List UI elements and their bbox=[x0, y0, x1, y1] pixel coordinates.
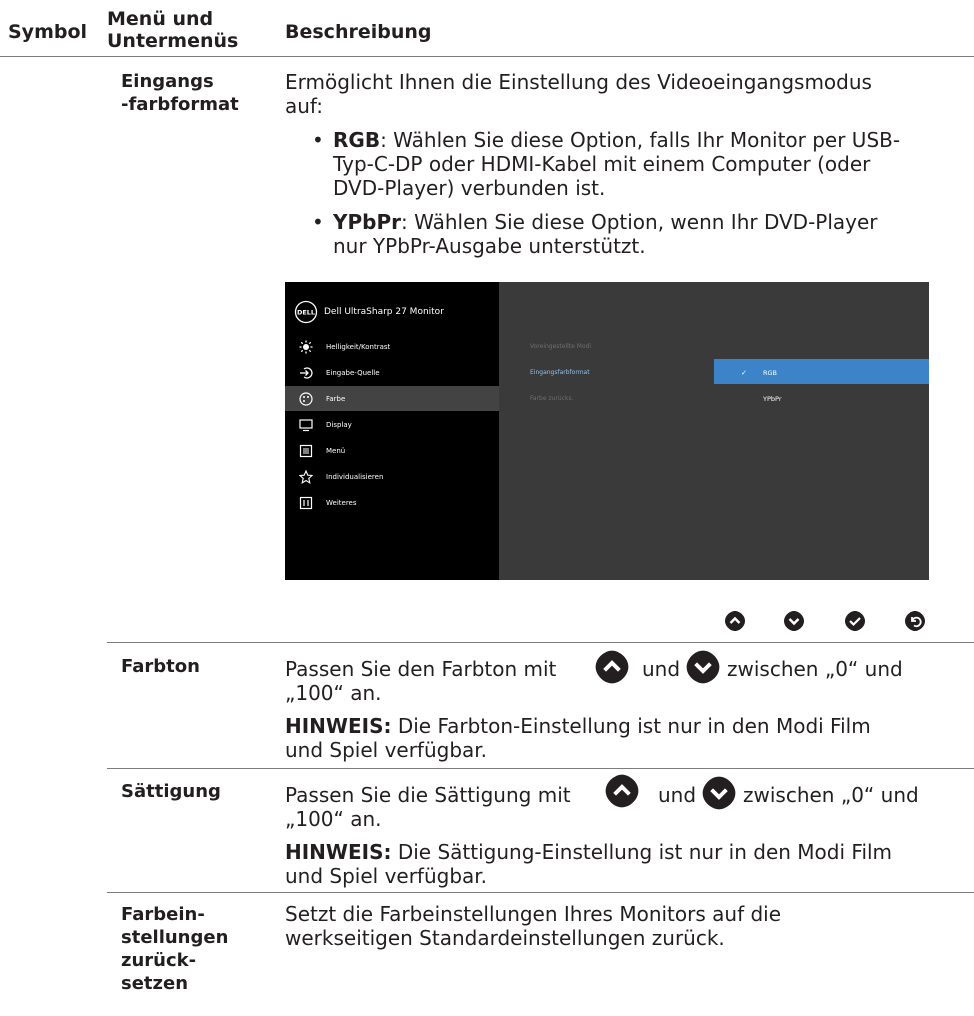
display-icon[interactable] bbox=[299, 418, 313, 432]
up-arrow-icon bbox=[605, 774, 639, 808]
osd-submenu-item-active[interactable]: Eingangsfarbformat bbox=[530, 368, 590, 378]
dell-logo-icon: DELL bbox=[294, 300, 318, 324]
saettigung-line1a: Passen Sie die Sättigung mit bbox=[285, 783, 571, 807]
down-arrow-icon[interactable] bbox=[783, 610, 805, 632]
osd-menu-item[interactable]: Individualisieren bbox=[326, 472, 383, 482]
saettigung-line1c: zwischen „0“ und bbox=[743, 783, 919, 807]
osd-option-rgb[interactable]: RGB bbox=[763, 368, 777, 378]
reset-desc-line1: Setzt die Farbeinstellungen Ihres Monito… bbox=[285, 902, 782, 926]
farbton-note-line1: HINWEIS: Die Farbton-Einstellung ist nur… bbox=[285, 714, 871, 738]
osd-title: Dell UltraSharp 27 Monitor bbox=[324, 307, 444, 317]
row-label-reset-4: setzen bbox=[121, 973, 189, 994]
header-divider bbox=[0, 56, 974, 57]
osd-selected-row bbox=[285, 386, 499, 411]
header-menu-line1: Menü und bbox=[107, 8, 214, 30]
farbton-line1a: Passen Sie den Farbton mit bbox=[285, 657, 557, 681]
row-divider bbox=[107, 642, 974, 643]
osd-main-menu-panel bbox=[285, 282, 499, 580]
eingang-desc-line1: Ermöglicht Ihnen die Einstellung des Vid… bbox=[285, 70, 872, 94]
osd-submenu-item[interactable]: Voreingestellte Modi bbox=[530, 342, 591, 352]
bullet-rgb-line1: RGB: Wählen Sie diese Option, falls Ihr … bbox=[333, 128, 900, 152]
row-label-farbton: Farbton bbox=[121, 656, 200, 677]
back-icon[interactable] bbox=[904, 610, 926, 632]
farbton-line1c: zwischen „0“ und bbox=[727, 657, 903, 681]
up-arrow-icon bbox=[595, 650, 629, 684]
saettigung-note-term: HINWEIS: bbox=[285, 840, 392, 864]
bullet-rgb-line2: Typ-C-DP oder HDMI-Kabel mit einem Compu… bbox=[333, 152, 871, 176]
check-icon[interactable] bbox=[844, 610, 866, 632]
row-divider bbox=[107, 892, 974, 893]
row-label-reset-1: Farbein- bbox=[121, 904, 205, 925]
header-symbol: Symbol bbox=[8, 21, 88, 43]
row-divider bbox=[107, 768, 974, 769]
osd-option-ypbpr[interactable]: YPbPr bbox=[763, 394, 782, 404]
row-label-saettigung: Sättigung bbox=[121, 781, 221, 802]
bullet-dot: • bbox=[312, 128, 324, 152]
bullet-ypbpr-line1: YPbPr: Wählen Sie diese Option, wenn Ihr… bbox=[333, 210, 878, 234]
brightness-icon[interactable] bbox=[299, 340, 313, 354]
header-menu-line2: Untermenüs bbox=[107, 30, 239, 52]
bullet-rgb-term: RGB bbox=[333, 128, 381, 152]
saettigung-line1b: und bbox=[658, 783, 697, 807]
down-arrow-icon bbox=[702, 776, 736, 810]
bullet-ypbpr-line2: nur YPbPr-Ausgabe unterstützt. bbox=[333, 234, 646, 258]
bullet-dot: • bbox=[312, 210, 324, 234]
farbton-line1b: und bbox=[642, 657, 681, 681]
osd-menu-item[interactable]: Weiteres bbox=[326, 498, 357, 508]
farbton-note-text: Die Farbton-Einstellung ist nur in den M… bbox=[391, 714, 871, 738]
saettigung-note-line2: und Spiel verfügbar. bbox=[285, 864, 488, 888]
star-icon[interactable] bbox=[299, 470, 313, 484]
color-palette-icon[interactable] bbox=[299, 392, 313, 406]
bullet-ypbpr-term: YPbPr bbox=[333, 210, 401, 234]
saettigung-note-text: Die Sättigung-Einstellung ist nur in den… bbox=[391, 840, 893, 864]
osd-screenshot: DELL Dell UltraSharp 27 Monitor Helligke… bbox=[285, 282, 929, 580]
bullet-rgb-line3: DVD-Player) verbunden ist. bbox=[333, 176, 606, 200]
row-label-reset-2: stellungen bbox=[121, 927, 229, 948]
row-label-reset-3: zurück- bbox=[121, 950, 197, 971]
input-source-icon[interactable] bbox=[299, 366, 313, 380]
osd-option-check: ✓ bbox=[741, 369, 747, 377]
row-label-eingang-1: Eingangs bbox=[121, 71, 214, 92]
farbton-note-line2: und Spiel verfügbar. bbox=[285, 738, 488, 762]
bullet-rgb-text1: : Wählen Sie diese Option, falls Ihr Mon… bbox=[380, 128, 901, 152]
osd-menu-item[interactable]: Menü bbox=[326, 446, 345, 456]
down-arrow-icon bbox=[686, 650, 720, 684]
farbton-note-term: HINWEIS: bbox=[285, 714, 392, 738]
others-icon[interactable] bbox=[299, 496, 313, 510]
saettigung-line2: „100“ an. bbox=[285, 807, 382, 831]
osd-menu-item[interactable]: Helligkeit/Kontrast bbox=[326, 342, 390, 352]
dell-logo-text: DELL bbox=[297, 309, 315, 317]
osd-submenu-item[interactable]: Farbe zurücks. bbox=[530, 394, 573, 404]
farbton-line2: „100“ an. bbox=[285, 681, 382, 705]
eingang-desc-line2: auf: bbox=[285, 94, 323, 118]
up-arrow-icon[interactable] bbox=[724, 610, 746, 632]
osd-menu-item-active[interactable]: Farbe bbox=[326, 394, 345, 404]
menu-list-icon[interactable] bbox=[299, 444, 313, 458]
header-description: Beschreibung bbox=[285, 21, 432, 43]
bullet-ypbpr-text1: : Wählen Sie diese Option, wenn Ihr DVD-… bbox=[400, 210, 878, 234]
saettigung-note-line1: HINWEIS: Die Sättigung-Einstellung ist n… bbox=[285, 840, 892, 864]
osd-menu-item[interactable]: Display bbox=[326, 420, 352, 430]
reset-desc-line2: werkseitigen Standardeinstellungen zurüc… bbox=[285, 926, 725, 950]
row-label-eingang-2: -farbformat bbox=[121, 94, 239, 115]
osd-menu-item[interactable]: Eingabe-Quelle bbox=[326, 368, 380, 378]
